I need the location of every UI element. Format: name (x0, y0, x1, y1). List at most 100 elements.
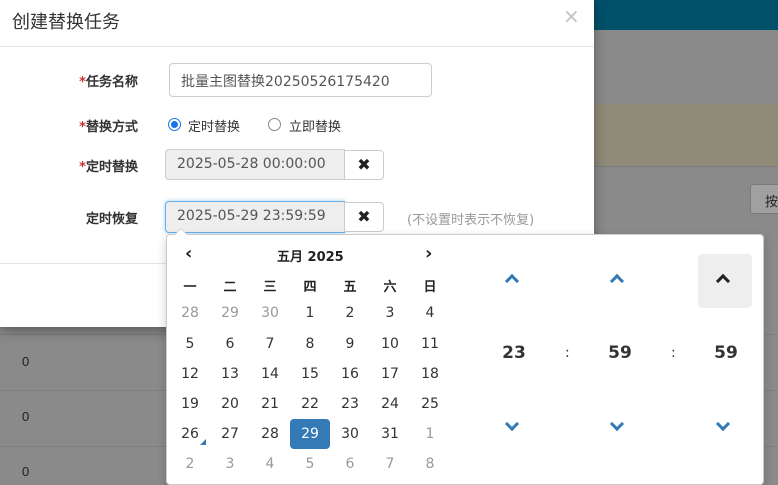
weekday-header: 三 (263, 280, 277, 295)
background-table-cell: 0 (22, 354, 30, 369)
task-name-label: *任务名称 (18, 71, 138, 90)
hour-value[interactable]: 23 (484, 343, 544, 363)
calendar-month-title[interactable]: 五月 2025 (277, 246, 344, 265)
calendar-day[interactable]: 30 (330, 419, 370, 449)
clear-schedule-button[interactable]: ✖ (344, 150, 384, 180)
weekday-header: 五 (343, 280, 357, 295)
schedule-time-label-text: 定时替换 (85, 160, 138, 175)
weekday-header: 日 (423, 280, 437, 295)
calendar-day[interactable]: 4 (250, 449, 290, 479)
calendar-day[interactable]: 1 (410, 419, 450, 449)
background-divider (594, 166, 778, 167)
calendar-day[interactable]: 1 (290, 298, 330, 328)
calendar-day[interactable]: 17 (370, 359, 410, 389)
restore-time-input[interactable]: 2025-05-29 23:59:59 (165, 201, 345, 233)
background-table-cell: 0 (22, 409, 30, 424)
calendar-day[interactable]: 28 (250, 419, 290, 449)
restore-time-label: 定时恢复 (85, 212, 138, 227)
task-name-input[interactable]: 批量主图替换20250526175420 (169, 63, 432, 97)
calendar-day[interactable]: 30 (250, 298, 290, 328)
prev-month-button[interactable]: ‹ (185, 243, 192, 264)
calendar-day[interactable]: 5 (290, 449, 330, 479)
clear-icon: ✖ (357, 155, 371, 174)
second-increment-button[interactable] (698, 254, 752, 308)
chevron-down-icon (609, 416, 625, 432)
required-mark: * (79, 120, 86, 135)
replace-mode-label: *替换方式 (18, 116, 138, 135)
calendar-day[interactable]: 7 (370, 449, 410, 479)
radio-immediate[interactable] (268, 118, 281, 131)
calendar-day[interactable]: 18 (410, 359, 450, 389)
minute-value[interactable]: 59 (590, 343, 650, 363)
picker-caret-inner (175, 229, 187, 235)
calendar-day[interactable]: 2 (330, 298, 370, 328)
calendar-day[interactable]: 14 (250, 359, 290, 389)
background-notice-band (594, 104, 778, 166)
chevron-down-icon (715, 416, 731, 432)
calendar-day[interactable]: 2 (170, 449, 210, 479)
calendar-day[interactable]: 13 (210, 359, 250, 389)
calendar-day[interactable]: 12 (170, 359, 210, 389)
calendar-day[interactable]: 21 (250, 389, 290, 419)
calendar-day[interactable]: 5 (170, 329, 210, 359)
calendar-day[interactable]: 9 (330, 329, 370, 359)
calendar-day[interactable]: 26 (170, 419, 210, 449)
calendar-day[interactable]: 28 (170, 298, 210, 328)
second-decrement-button[interactable] (698, 402, 752, 456)
chevron-up-icon (609, 273, 625, 289)
calendar-day[interactable]: 6 (210, 329, 250, 359)
hour-increment-button[interactable] (487, 254, 541, 308)
calendar-day[interactable]: 23 (330, 389, 370, 419)
chevron-up-icon (504, 273, 520, 289)
calendar-day[interactable]: 11 (410, 329, 450, 359)
schedule-time-label: *定时替换 (18, 156, 138, 175)
required-mark: * (79, 160, 86, 175)
calendar-day[interactable]: 31 (370, 419, 410, 449)
clear-restore-button[interactable]: ✖ (344, 202, 384, 232)
calendar-day[interactable]: 20 (210, 389, 250, 419)
calendar-day[interactable]: 25 (410, 389, 450, 419)
calendar-day[interactable]: 10 (370, 329, 410, 359)
calendar-day[interactable]: 29 (290, 419, 330, 449)
next-month-button[interactable]: › (425, 243, 432, 264)
minute-decrement-button[interactable] (592, 402, 646, 456)
minute-increment-button[interactable] (592, 254, 646, 308)
replace-mode-label-text: 替换方式 (85, 120, 138, 135)
background-table-cell: 0 (22, 464, 30, 479)
time-separator: : (671, 345, 676, 361)
restore-hint: (不设置时表示不恢复) (407, 213, 535, 228)
calendar-day[interactable]: 16 (330, 359, 370, 389)
clear-icon: ✖ (357, 207, 371, 226)
radio-immediate-label[interactable]: 立即替换 (289, 116, 341, 135)
calendar-day[interactable]: 24 (370, 389, 410, 419)
dialog-title: 创建替换任务 (12, 12, 120, 33)
close-icon[interactable]: × (563, 4, 580, 28)
calendar-day[interactable]: 6 (330, 449, 370, 479)
radio-scheduled-label[interactable]: 定时替换 (188, 116, 240, 135)
calendar-day[interactable]: 19 (170, 389, 210, 419)
calendar-day[interactable]: 3 (370, 298, 410, 328)
weekday-header: 一 (183, 280, 197, 295)
calendar-day[interactable]: 29 (210, 298, 250, 328)
chevron-up-icon (715, 273, 731, 289)
calendar-day[interactable]: 4 (410, 298, 450, 328)
hour-decrement-button[interactable] (487, 402, 541, 456)
weekday-header: 四 (303, 280, 317, 295)
time-separator: : (565, 345, 570, 361)
second-value[interactable]: 59 (696, 343, 756, 363)
radio-scheduled[interactable] (168, 118, 181, 131)
calendar-day[interactable]: 8 (410, 449, 450, 479)
weekday-header: 二 (223, 280, 237, 295)
weekday-header: 六 (383, 280, 397, 295)
calendar-day[interactable]: 27 (210, 419, 250, 449)
calendar-day[interactable]: 7 (250, 329, 290, 359)
schedule-time-input[interactable]: 2025-05-28 00:00:00 (165, 149, 345, 180)
task-name-label-text: 任务名称 (85, 75, 138, 90)
required-mark: * (79, 75, 86, 90)
calendar-day[interactable]: 15 (290, 359, 330, 389)
background-action-button[interactable]: 按 (750, 184, 778, 214)
calendar-day[interactable]: 8 (290, 329, 330, 359)
calendar-day[interactable]: 3 (210, 449, 250, 479)
dialog-header: 创建替换任务 × (0, 0, 594, 47)
calendar-day[interactable]: 22 (290, 389, 330, 419)
